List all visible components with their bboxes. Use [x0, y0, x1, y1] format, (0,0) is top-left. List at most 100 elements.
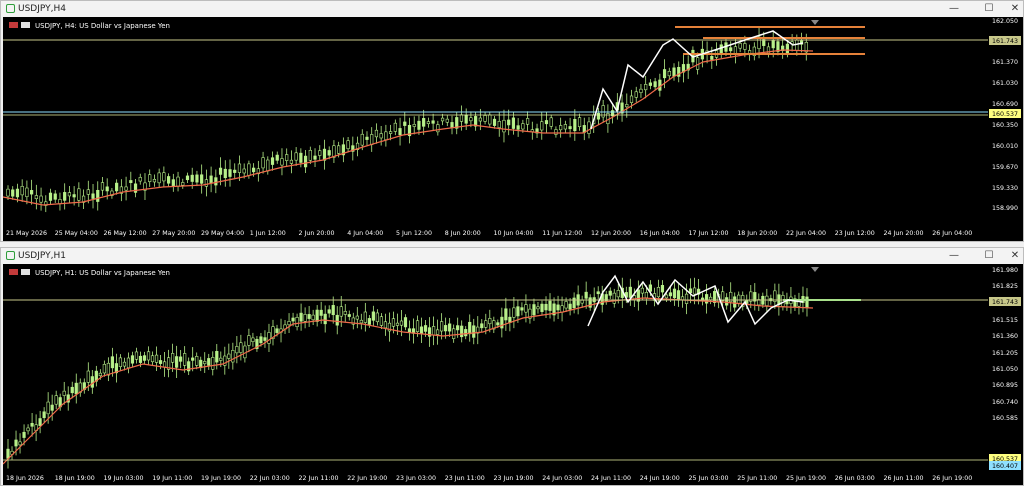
- time-axis-label: 21 May 2026: [6, 230, 47, 237]
- candle: [86, 370, 90, 383]
- candle: [261, 157, 265, 169]
- time-axis-label: 24 Jun 19:00: [640, 475, 680, 482]
- candle: [287, 321, 291, 326]
- candle: [146, 351, 151, 361]
- price-axis-label: 161.050: [992, 366, 1018, 373]
- candle: [422, 118, 426, 127]
- candle: [616, 290, 620, 298]
- candle: [460, 325, 464, 338]
- plot-area[interactable]: [3, 264, 988, 469]
- candle: [500, 316, 504, 329]
- candle: [280, 158, 284, 166]
- chart-window-h4: USDJPY,H4 — ☐ ✕ USDJPY, H4: US Dollar vs…: [0, 0, 1024, 242]
- candle: [134, 351, 139, 360]
- candle: [516, 306, 520, 317]
- candle: [725, 297, 729, 306]
- candle: [426, 121, 430, 125]
- candle: [263, 337, 267, 341]
- time-axis-label: 26 Jun 04:00: [932, 230, 972, 237]
- candle: [676, 290, 681, 301]
- candle: [672, 67, 676, 77]
- chart-h1[interactable]: USDJPY, H1: US Dollar vs Japanese Yen 16…: [3, 264, 1023, 485]
- minimize-button[interactable]: —: [946, 249, 962, 263]
- time-axis-label: 25 May 04:00: [55, 230, 98, 237]
- flag-icon: [9, 22, 18, 28]
- price-axis-label: 160.350: [992, 122, 1018, 129]
- candle: [684, 293, 689, 304]
- candle: [42, 411, 46, 419]
- candle: [548, 300, 552, 311]
- candle: [483, 115, 487, 122]
- candle: [468, 321, 472, 335]
- price-axis-label: 161.743: [992, 299, 1018, 306]
- candle: [559, 125, 563, 131]
- candle: [303, 155, 308, 168]
- time-axis-label: 25 Jun 03:00: [689, 475, 729, 482]
- candle: [54, 395, 58, 405]
- maximize-button[interactable]: ☐: [981, 249, 997, 263]
- candle: [62, 390, 66, 396]
- candle: [323, 313, 327, 325]
- candle: [399, 320, 404, 326]
- close-button[interactable]: ✕: [1007, 249, 1023, 263]
- time-axis-label: 27 May 20:00: [152, 230, 195, 237]
- candle: [6, 188, 10, 197]
- close-button[interactable]: ✕: [1007, 2, 1023, 16]
- minimize-button[interactable]: —: [946, 2, 962, 16]
- price-axis-label: 159.330: [992, 185, 1018, 192]
- candle: [572, 297, 576, 309]
- candle: [464, 114, 468, 124]
- chart-window-icon: [6, 4, 15, 13]
- candle: [267, 332, 271, 344]
- price-axis-label: 160.010: [992, 143, 1018, 150]
- time-axis-label: 18 Jun 19:00: [55, 475, 95, 482]
- time-axis-label: 22 Jun 19:00: [347, 475, 387, 482]
- time-axis-label: 2 Jun 20:00: [299, 230, 335, 237]
- candle: [648, 82, 652, 86]
- candle: [18, 441, 22, 446]
- candle: [90, 376, 94, 388]
- candle: [218, 167, 223, 175]
- candle: [536, 306, 540, 310]
- candle: [185, 175, 190, 181]
- candle: [67, 192, 72, 197]
- candle: [436, 124, 440, 133]
- price-axis-label: 160.690: [992, 101, 1018, 108]
- candle: [407, 328, 412, 333]
- candle: [363, 311, 367, 323]
- price-axis-label: 161.205: [992, 350, 1018, 357]
- candle: [496, 322, 500, 326]
- time-axis-label: 23 Jun 11:00: [445, 475, 485, 482]
- candle: [63, 192, 67, 201]
- candle: [478, 117, 482, 122]
- candle: [653, 81, 657, 88]
- candle: [176, 176, 180, 187]
- candle: [379, 133, 383, 139]
- chart-h4[interactable]: USDJPY, H4: US Dollar vs Japanese Yen 16…: [3, 17, 1023, 241]
- candle: [511, 117, 516, 129]
- candle: [223, 168, 227, 179]
- candle: [235, 346, 239, 354]
- window-titlebar[interactable]: USDJPY,H4 — ☐ ✕: [1, 1, 1023, 17]
- candle: [563, 124, 567, 130]
- candle: [158, 360, 163, 364]
- price-axis-label: 161.360: [992, 333, 1018, 340]
- maximize-button[interactable]: ☐: [981, 2, 997, 16]
- time-axis-label: 5 Jun 12:00: [396, 230, 432, 237]
- candle: [6, 448, 10, 459]
- price-axis-label: 161.743: [992, 38, 1018, 45]
- candle: [327, 309, 331, 314]
- candle: [20, 186, 24, 196]
- candle: [98, 372, 102, 377]
- candle: [251, 337, 255, 343]
- price-axis-label: 160.585: [992, 415, 1018, 422]
- candle: [167, 176, 171, 184]
- candle: [456, 325, 460, 331]
- candle: [431, 326, 436, 336]
- candle: [343, 311, 347, 315]
- candle: [520, 307, 524, 311]
- candle: [393, 122, 397, 132]
- candle: [285, 154, 289, 161]
- window-titlebar[interactable]: USDJPY,H1 — ☐ ✕: [1, 248, 1023, 264]
- candle: [124, 186, 128, 191]
